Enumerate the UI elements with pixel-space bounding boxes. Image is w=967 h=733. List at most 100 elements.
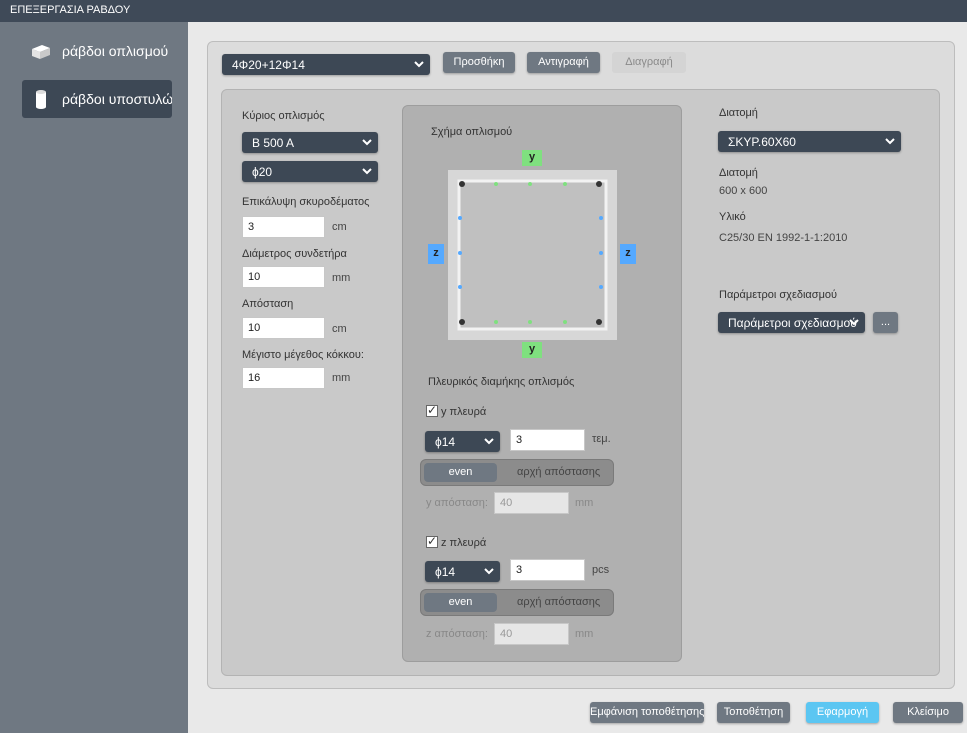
chevron-down-icon <box>885 138 895 145</box>
cover-unit: cm <box>332 221 347 233</box>
box-icon <box>30 40 52 62</box>
sidebar: ράβδοι οπλισμού ράβδοι υποστυλώμ <box>0 22 188 733</box>
y-side-label: y πλευρά <box>441 406 487 418</box>
y-side-mode-toggle[interactable]: even αρχή απόστασης <box>420 459 614 486</box>
y-side-bar <box>494 182 498 186</box>
y-spacing-input[interactable]: 40 <box>494 492 569 514</box>
design-params-value: Παράμετροι σχεδιασμού <box>728 316 857 330</box>
copy-button[interactable]: Αντιγραφή <box>527 52 600 73</box>
z-axis-tag-right: z <box>620 244 636 264</box>
chevron-down-icon <box>484 568 494 575</box>
z-side-label: z πλευρά <box>441 537 487 549</box>
z-side-bar <box>458 216 462 220</box>
section-drawing <box>448 170 617 340</box>
z-side-count-unit: pcs <box>592 564 610 576</box>
spacing-label: Απόσταση <box>242 298 294 310</box>
material-label: Υλικό <box>719 211 746 223</box>
y-side-count-input[interactable]: 3 <box>510 429 585 451</box>
corner-bar <box>596 319 602 325</box>
y-side-mode-start[interactable]: αρχή απόστασης <box>517 466 600 478</box>
main-rebar-label: Κύριος οπλισμός <box>242 110 325 122</box>
aggregate-unit: mm <box>332 372 351 384</box>
y-side-mode-even[interactable]: even <box>424 463 497 482</box>
cylinder-icon <box>30 88 52 110</box>
spacing-input[interactable]: 10 <box>242 317 325 339</box>
z-side-diameter-select[interactable]: ϕ14 <box>425 561 500 582</box>
z-side-bar <box>599 216 603 220</box>
steel-grade-select[interactable]: B 500 A <box>242 132 378 153</box>
z-side-checkbox[interactable]: ✓ <box>426 534 438 548</box>
stirrup-diameter-label: Διάμετρος συνδετήρα <box>242 248 347 260</box>
cover-label: Επικάλυψη σκυροδέματος <box>242 196 370 208</box>
section-label: Διατομή <box>719 107 758 119</box>
z-side-bar <box>599 251 603 255</box>
z-side-diameter-value: ϕ14 <box>435 565 456 579</box>
spacing-unit: cm <box>332 323 347 335</box>
y-side-bar <box>528 182 532 186</box>
z-side-mode-start[interactable]: αρχή απόστασης <box>517 596 600 608</box>
y-axis-tag-top: y <box>522 150 542 166</box>
design-params-more-button[interactable]: ... <box>873 312 898 333</box>
y-axis-tag-bottom: y <box>522 342 542 358</box>
y-side-diameter-value: ϕ14 <box>435 435 456 449</box>
z-axis-tag-left: z <box>428 244 444 264</box>
delete-button[interactable]: Διαγραφή <box>612 52 686 73</box>
z-side-bar <box>599 285 603 289</box>
side-rebar-label: Πλευρικός διαμήκης οπλισμός <box>428 376 575 388</box>
z-spacing-input[interactable]: 40 <box>494 623 569 645</box>
z-side-mode-even[interactable]: even <box>424 593 497 612</box>
chevron-down-icon <box>362 139 372 146</box>
show-placement-button[interactable]: Εμφάνιση τοποθέτησης <box>590 702 704 723</box>
z-spacing-label: z απόσταση: <box>426 628 488 640</box>
section-select[interactable]: ΣΚΥΡ.60Χ60 <box>718 131 901 152</box>
cover-input[interactable]: 3 <box>242 216 325 238</box>
corner-bar <box>459 319 465 325</box>
sidebar-item-rebars[interactable]: ράβδοι οπλισμού <box>22 32 172 70</box>
section-select-value: ΣΚΥΡ.60Χ60 <box>728 135 796 149</box>
main-diameter-select[interactable]: ϕ20 <box>242 161 378 182</box>
placement-button[interactable]: Τοποθέτηση <box>717 702 790 723</box>
z-side-bar <box>458 285 462 289</box>
y-spacing-label: y απόσταση: <box>426 497 488 509</box>
sidebar-item-label: ράβδοι οπλισμού <box>62 43 169 59</box>
section-info-label: Διατομή <box>719 167 758 179</box>
stirrup-diameter-input[interactable]: 10 <box>242 266 325 288</box>
check-icon: ✓ <box>427 403 438 417</box>
design-params-label: Παράμετροι σχεδιασμού <box>719 289 838 301</box>
y-side-count-unit: τεμ. <box>592 433 611 445</box>
main-diameter-value: ϕ20 <box>252 165 273 179</box>
check-icon: ✓ <box>427 534 438 548</box>
rebar-set-select[interactable]: 4Φ20+12Φ14 <box>222 54 430 75</box>
rebar-set-value: 4Φ20+12Φ14 <box>232 58 305 72</box>
close-button[interactable]: Κλείσιμο <box>893 702 963 723</box>
steel-grade-value: B 500 A <box>252 136 295 150</box>
z-side-count-input[interactable]: 3 <box>510 559 585 581</box>
apply-button[interactable]: Εφαρμογή <box>806 702 879 723</box>
y-side-diameter-select[interactable]: ϕ14 <box>425 431 500 452</box>
y-side-bar <box>563 320 567 324</box>
chevron-down-icon <box>849 319 859 326</box>
sidebar-item-label: ράβδοι υποστυλώμ <box>62 91 172 107</box>
chevron-down-icon <box>414 61 424 68</box>
add-button[interactable]: Προσθήκη <box>443 52 515 73</box>
stirrup-diameter-unit: mm <box>332 272 351 284</box>
aggregate-input[interactable]: 16 <box>242 367 325 389</box>
y-spacing-unit: mm <box>575 497 594 509</box>
corner-bar <box>459 181 465 187</box>
corner-bar <box>596 181 602 187</box>
y-side-checkbox[interactable]: ✓ <box>426 403 438 417</box>
chevron-down-icon <box>484 438 494 445</box>
material-value: C25/30 EN 1992-1-1:2010 <box>719 232 848 244</box>
design-params-select[interactable]: Παράμετροι σχεδιασμού <box>718 312 865 333</box>
section-info-value: 600 x 600 <box>719 185 768 197</box>
shape-label: Σχήμα οπλισμού <box>431 126 513 138</box>
z-side-mode-toggle[interactable]: even αρχή απόστασης <box>420 589 614 616</box>
y-side-bar <box>494 320 498 324</box>
y-side-bar <box>528 320 532 324</box>
z-side-bar <box>458 251 462 255</box>
stirrup-outline <box>457 179 608 331</box>
sidebar-item-column-rebars[interactable]: ράβδοι υποστυλώμ <box>22 80 172 118</box>
aggregate-label: Μέγιστο μέγεθος κόκκου: <box>242 349 364 361</box>
window-title: ΕΠΕΞΕΡΓΑΣΙΑ ΡΑΒΔΟΥ <box>0 0 967 22</box>
chevron-down-icon <box>362 168 372 175</box>
